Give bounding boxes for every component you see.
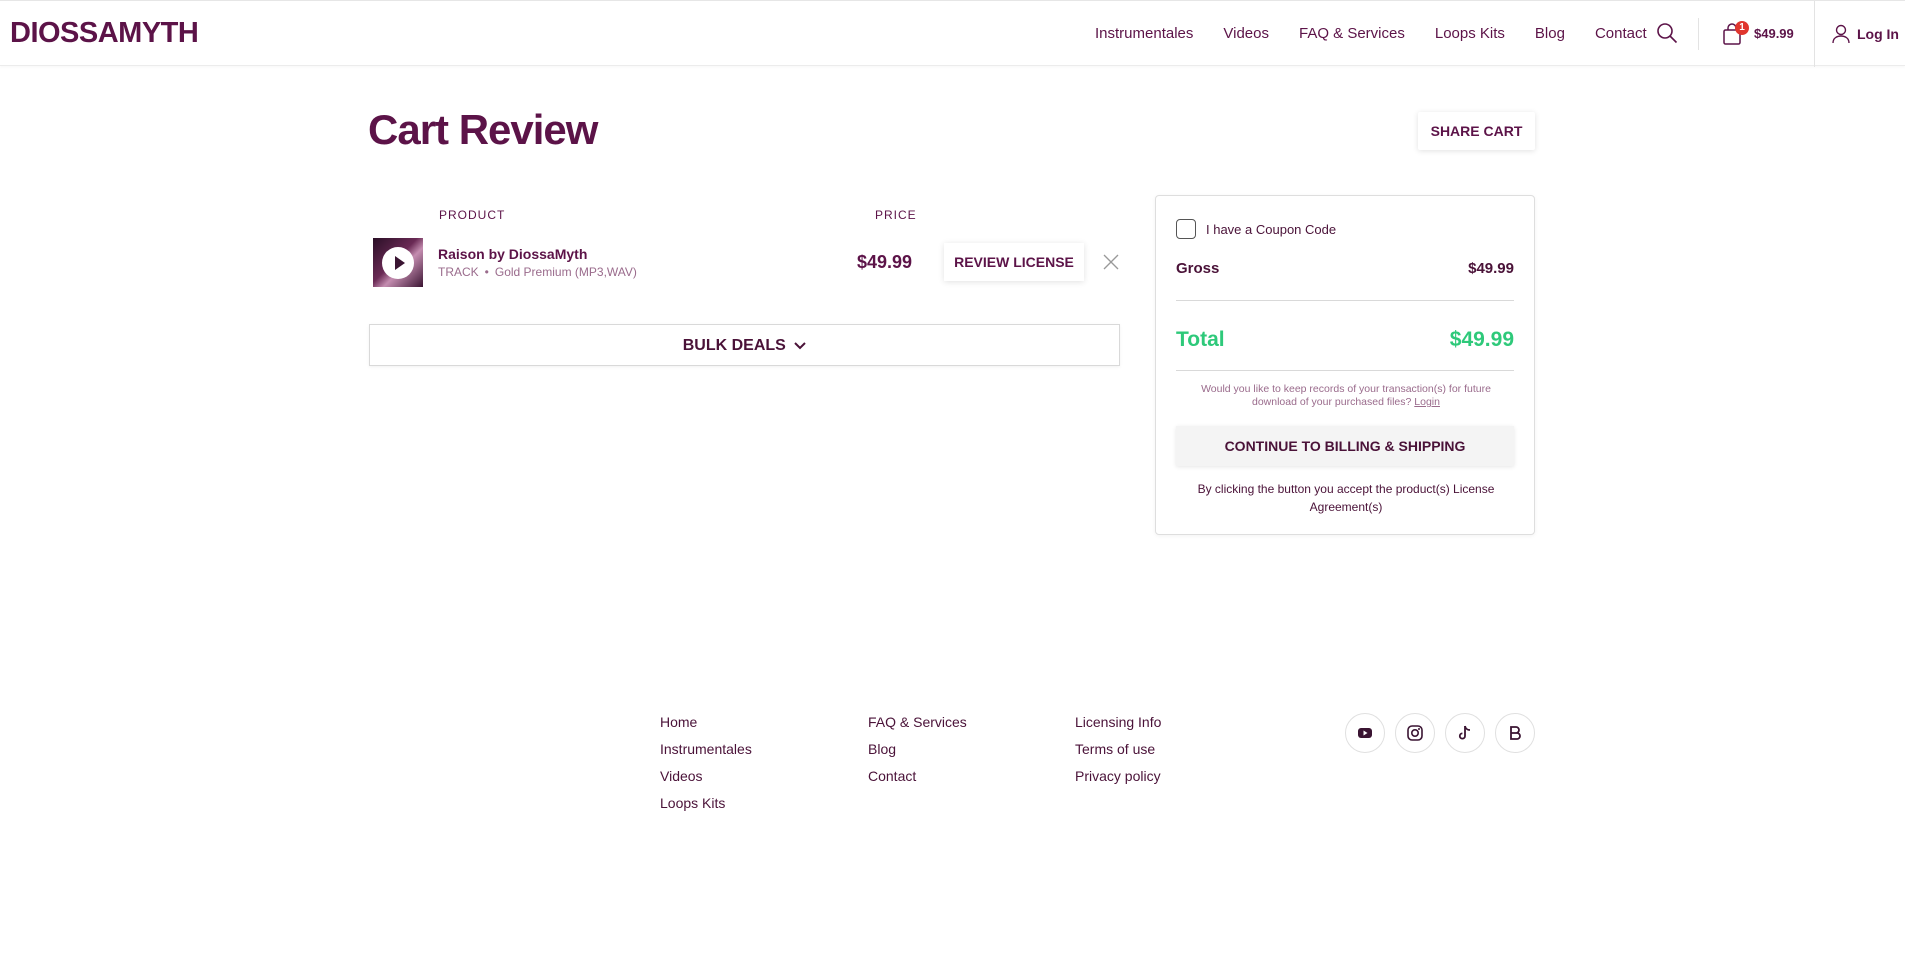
tiktok-icon[interactable] [1445,713,1485,753]
product-type: TRACK [438,265,479,279]
site-logo[interactable]: DIOSSAMYTH [10,17,199,50]
coupon-label[interactable]: I have a Coupon Code [1206,222,1336,237]
cart-count-badge: 1 [1735,21,1749,35]
meta-separator: • [484,265,489,279]
chevron-down-icon [794,342,806,350]
summary-divider [1176,300,1514,301]
records-note-text: Would you like to keep records of your t… [1201,383,1491,408]
header-divider [1698,18,1699,50]
total-label: Total [1176,328,1225,351]
product-meta: TRACK • Gold Premium (MP3,WAV) [438,265,637,279]
order-summary: I have a Coupon Code Gross $49.99 Total … [1155,195,1535,535]
coupon-checkbox[interactable] [1176,219,1196,239]
product-price: $49.99 [857,252,913,272]
play-icon [395,256,405,270]
user-icon [1832,24,1850,44]
nav-contact[interactable]: Contact [1595,25,1647,42]
review-license-button[interactable]: REVIEW LICENSE [944,243,1084,281]
login-label: Log In [1857,26,1899,42]
page-title: Cart Review [368,106,598,153]
cart-total: $49.99 [1754,26,1794,41]
continue-billing-button[interactable]: CONTINUE TO BILLING & SHIPPING [1176,426,1514,466]
column-header-price: PRICE [875,208,917,222]
youtube-icon[interactable] [1345,713,1385,753]
footer-column-1: Home Instrumentales Videos Loops Kits [660,713,752,821]
bulk-deals-label: BULK DEALS [682,337,786,354]
social-links [1345,713,1545,753]
instagram-icon[interactable] [1395,713,1435,753]
product-license: Gold Premium (MP3,WAV) [494,265,637,279]
records-note: Would you like to keep records of your t… [1186,383,1506,409]
close-icon[interactable] [1103,254,1119,270]
footer-link-contact[interactable]: Contact [868,767,967,794]
footer-link-licensing-info[interactable]: Licensing Info [1075,713,1161,740]
beatstars-icon[interactable] [1495,713,1535,753]
footer-link-instrumentales[interactable]: Instrumentales [660,740,752,767]
track-artwork [373,238,423,287]
share-cart-button[interactable]: SHARE CART [1418,112,1535,150]
nav-loops-kits[interactable]: Loops Kits [1435,25,1505,42]
nav-blog[interactable]: Blog [1535,25,1565,42]
footer-column-3: Licensing Info Terms of use Privacy poli… [1075,713,1161,794]
main-nav: Instrumentales Videos FAQ & Services Loo… [1095,25,1677,42]
footer-link-privacy-policy[interactable]: Privacy policy [1075,767,1161,794]
footer-link-loops-kits[interactable]: Loops Kits [660,794,752,821]
site-header: DIOSSAMYTH Instrumentales Videos FAQ & S… [0,0,1905,67]
gross-label: Gross [1176,260,1220,277]
nav-faq-services[interactable]: FAQ & Services [1299,25,1405,42]
footer-link-terms-of-use[interactable]: Terms of use [1075,740,1161,767]
footer-link-home[interactable]: Home [660,713,752,740]
footer-link-videos[interactable]: Videos [660,767,752,794]
footer-link-blog[interactable]: Blog [868,740,967,767]
footer-link-faq-services[interactable]: FAQ & Services [868,713,967,740]
summary-divider [1176,370,1514,371]
product-name[interactable]: Raison by DiossaMyth [438,246,587,262]
login-button[interactable]: Log In [1814,1,1905,67]
license-accept-note: By clicking the button you accept the pr… [1197,482,1495,514]
records-login-link[interactable]: Login [1414,396,1440,408]
bulk-deals-button[interactable]: BULK DEALS [369,324,1120,366]
column-header-product: PRODUCT [439,208,506,222]
cart-button[interactable]: 1 $49.99 [1722,21,1802,47]
footer-column-2: FAQ & Services Blog Contact [868,713,967,794]
gross-value: $49.99 [1468,260,1514,277]
nav-instrumentales[interactable]: Instrumentales [1095,25,1193,42]
nav-videos[interactable]: Videos [1223,25,1269,42]
total-value: $49.99 [1449,328,1514,351]
play-button[interactable] [382,247,414,279]
search-icon[interactable] [1656,22,1678,44]
